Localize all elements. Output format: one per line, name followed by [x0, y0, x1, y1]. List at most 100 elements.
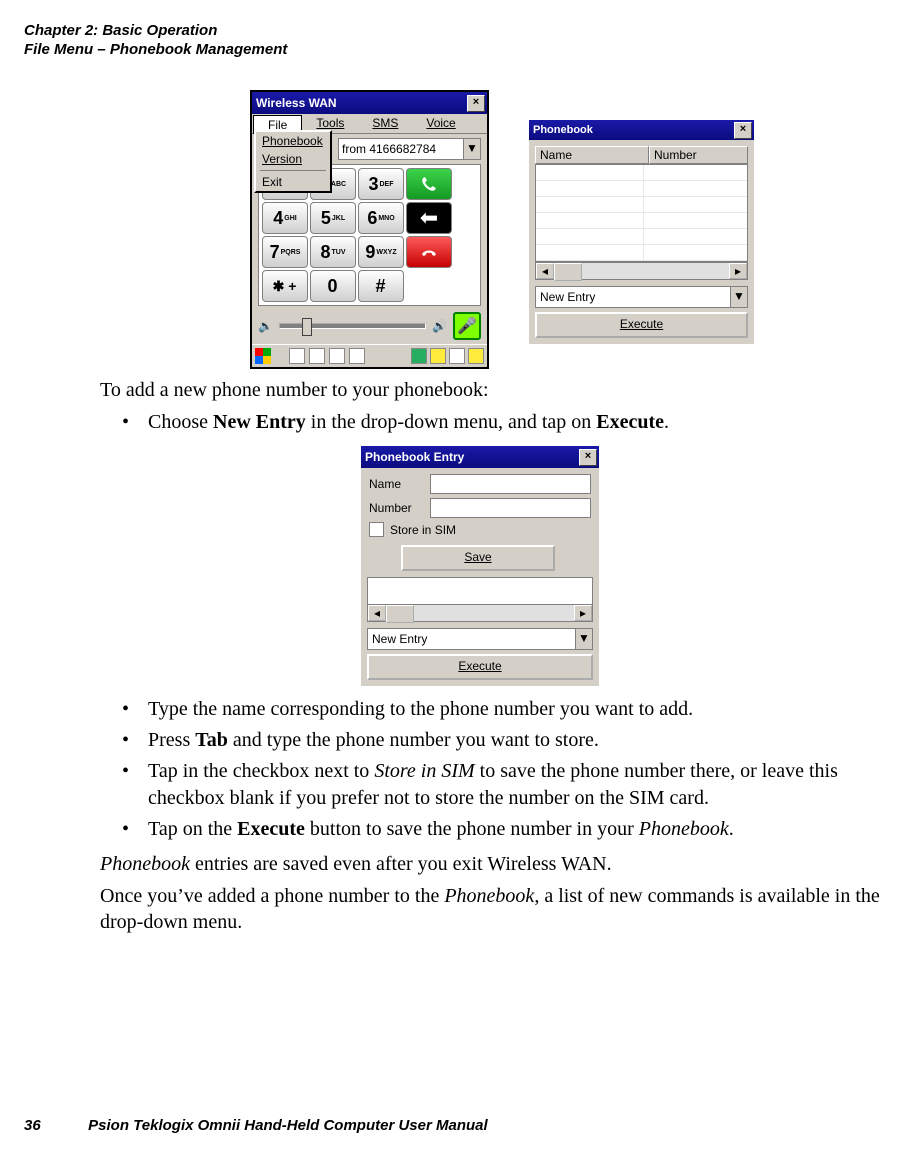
key-9[interactable]: 9WXYZ	[358, 236, 404, 268]
number-input[interactable]	[430, 498, 591, 518]
col-name[interactable]: Name	[535, 146, 649, 164]
footer-title: Psion Teklogix Omnii Hand-Held Computer …	[88, 1117, 488, 1134]
action-combo[interactable]: New Entry ▼	[367, 628, 593, 650]
h-scrollbar[interactable]: ◂ ▸	[367, 604, 593, 622]
menu-separator	[260, 170, 326, 171]
h-scrollbar[interactable]: ◂ ▸	[535, 262, 748, 280]
close-icon[interactable]: ×	[579, 449, 597, 466]
mic-icon: 🎤	[457, 316, 477, 336]
tray-icon[interactable]	[349, 348, 365, 364]
menu-voice[interactable]: Voice	[412, 114, 469, 133]
key-6[interactable]: 6MNO	[358, 202, 404, 234]
close-icon[interactable]: ×	[734, 122, 752, 139]
speaker-low-icon: 🔈	[258, 319, 273, 333]
execute-button[interactable]: Execute	[367, 654, 593, 680]
backspace-icon: ⬅	[420, 205, 438, 231]
key-call[interactable]	[406, 168, 452, 200]
tray-icon[interactable]	[329, 348, 345, 364]
paragraph: To add a new phone number to your phoneb…	[100, 377, 890, 403]
taskbar	[252, 344, 487, 367]
action-combo-value: New Entry	[536, 290, 730, 304]
bullet-list: Choose New Entry in the drop-down menu, …	[100, 409, 890, 436]
mic-button[interactable]: 🎤	[453, 312, 481, 340]
chevron-down-icon[interactable]: ▼	[730, 287, 747, 307]
list-item: Type the name corresponding to the phone…	[144, 696, 890, 723]
list-item: Tap on the Execute button to save the ph…	[144, 816, 890, 843]
scroll-thumb[interactable]	[386, 605, 414, 623]
tray-battery-icon[interactable]	[430, 348, 446, 364]
tray-phone-icon[interactable]	[411, 348, 427, 364]
key-5[interactable]: 5JKL	[310, 202, 356, 234]
key-hash[interactable]: #	[358, 270, 404, 302]
page-number: 36	[24, 1117, 84, 1134]
wwan-title: Wireless WAN	[256, 96, 467, 110]
figure-row-2: Phonebook Entry × Name Number Store in S…	[70, 446, 890, 686]
tray-signal-icon[interactable]	[449, 348, 465, 364]
pentry-title: Phonebook Entry	[365, 450, 579, 464]
scroll-right-icon[interactable]: ▸	[574, 605, 592, 621]
page-header: Chapter 2: Basic Operation File Menu – P…	[24, 22, 287, 60]
phonebook-list[interactable]	[535, 164, 748, 262]
paragraph: Once you’ve added a phone number to the …	[100, 883, 890, 935]
menu-item-version[interactable]: Version	[256, 150, 330, 168]
store-in-sim-checkbox[interactable]	[369, 522, 384, 537]
key-4[interactable]: 4GHI	[262, 202, 308, 234]
start-icon[interactable]	[255, 348, 271, 364]
volume-row: 🔈 🔊 🎤	[252, 308, 487, 344]
tray-misc-icon[interactable]	[468, 348, 484, 364]
execute-button[interactable]: Execute	[535, 312, 748, 338]
pentry-titlebar: Phonebook Entry ×	[361, 446, 599, 468]
number-label: Number	[369, 501, 430, 515]
phonebook-list-header: Name Number	[535, 146, 748, 164]
volume-slider[interactable]	[279, 323, 426, 329]
figure-row-1: Wireless WAN × File Tools SMS Voice Phon…	[250, 90, 890, 369]
col-number[interactable]: Number	[649, 146, 748, 164]
list-item: Press Tab and type the phone number you …	[144, 727, 890, 754]
key-0[interactable]: 0	[310, 270, 356, 302]
list-item: Tap in the checkbox next to Store in SIM…	[144, 758, 890, 812]
key-7[interactable]: 7PQRS	[262, 236, 308, 268]
menu-item-phonebook[interactable]: Phonebook	[256, 132, 330, 150]
key-8[interactable]: 8TUV	[310, 236, 356, 268]
action-combo[interactable]: New Entry ▼	[535, 286, 748, 308]
number-combo-value: from 4166682784	[339, 142, 463, 156]
speaker-high-icon: 🔊	[432, 319, 447, 333]
bullet-list: Type the name corresponding to the phone…	[100, 696, 890, 843]
chevron-down-icon[interactable]: ▼	[463, 139, 480, 159]
wwan-titlebar: Wireless WAN ×	[252, 92, 487, 114]
key-star[interactable]: ✱ +	[262, 270, 308, 302]
key-backspace[interactable]: ⬅	[406, 202, 452, 234]
table-row	[536, 197, 747, 213]
chevron-down-icon[interactable]: ▼	[575, 629, 592, 649]
close-icon[interactable]: ×	[467, 95, 485, 112]
menu-item-exit[interactable]: Exit	[256, 173, 330, 191]
scroll-left-icon[interactable]: ◂	[368, 605, 386, 621]
phonebook-entry-window: Phonebook Entry × Name Number Store in S…	[361, 446, 599, 686]
page-footer: 36 Psion Teklogix Omnii Hand-Held Comput…	[24, 1117, 488, 1134]
header-section: File Menu – Phonebook Management	[24, 41, 287, 60]
save-button[interactable]: Save	[401, 545, 555, 571]
phonebook-title: Phonebook	[533, 124, 734, 136]
slider-thumb[interactable]	[302, 318, 312, 336]
scroll-thumb[interactable]	[554, 263, 582, 281]
phone-end-icon	[417, 243, 441, 261]
table-row	[536, 181, 747, 197]
tray-icon[interactable]	[309, 348, 325, 364]
key-end-call[interactable]	[406, 236, 452, 268]
scroll-right-icon[interactable]: ▸	[729, 263, 747, 279]
list-item: Choose New Entry in the drop-down menu, …	[144, 409, 890, 436]
key-3[interactable]: 3DEF	[358, 168, 404, 200]
wireless-wan-window: Wireless WAN × File Tools SMS Voice Phon…	[250, 90, 489, 369]
phonebook-titlebar: Phonebook ×	[529, 120, 754, 140]
menu-sms[interactable]: SMS	[358, 114, 412, 133]
name-label: Name	[369, 477, 430, 491]
scroll-left-icon[interactable]: ◂	[536, 263, 554, 279]
table-row	[536, 229, 747, 245]
name-input[interactable]	[430, 474, 591, 494]
store-in-sim-label: Store in SIM	[390, 523, 456, 537]
table-row	[536, 165, 747, 181]
table-row	[536, 245, 747, 261]
action-combo-value: New Entry	[368, 632, 575, 646]
tray-icon[interactable]	[289, 348, 305, 364]
number-combo[interactable]: from 4166682784 ▼	[338, 138, 481, 160]
